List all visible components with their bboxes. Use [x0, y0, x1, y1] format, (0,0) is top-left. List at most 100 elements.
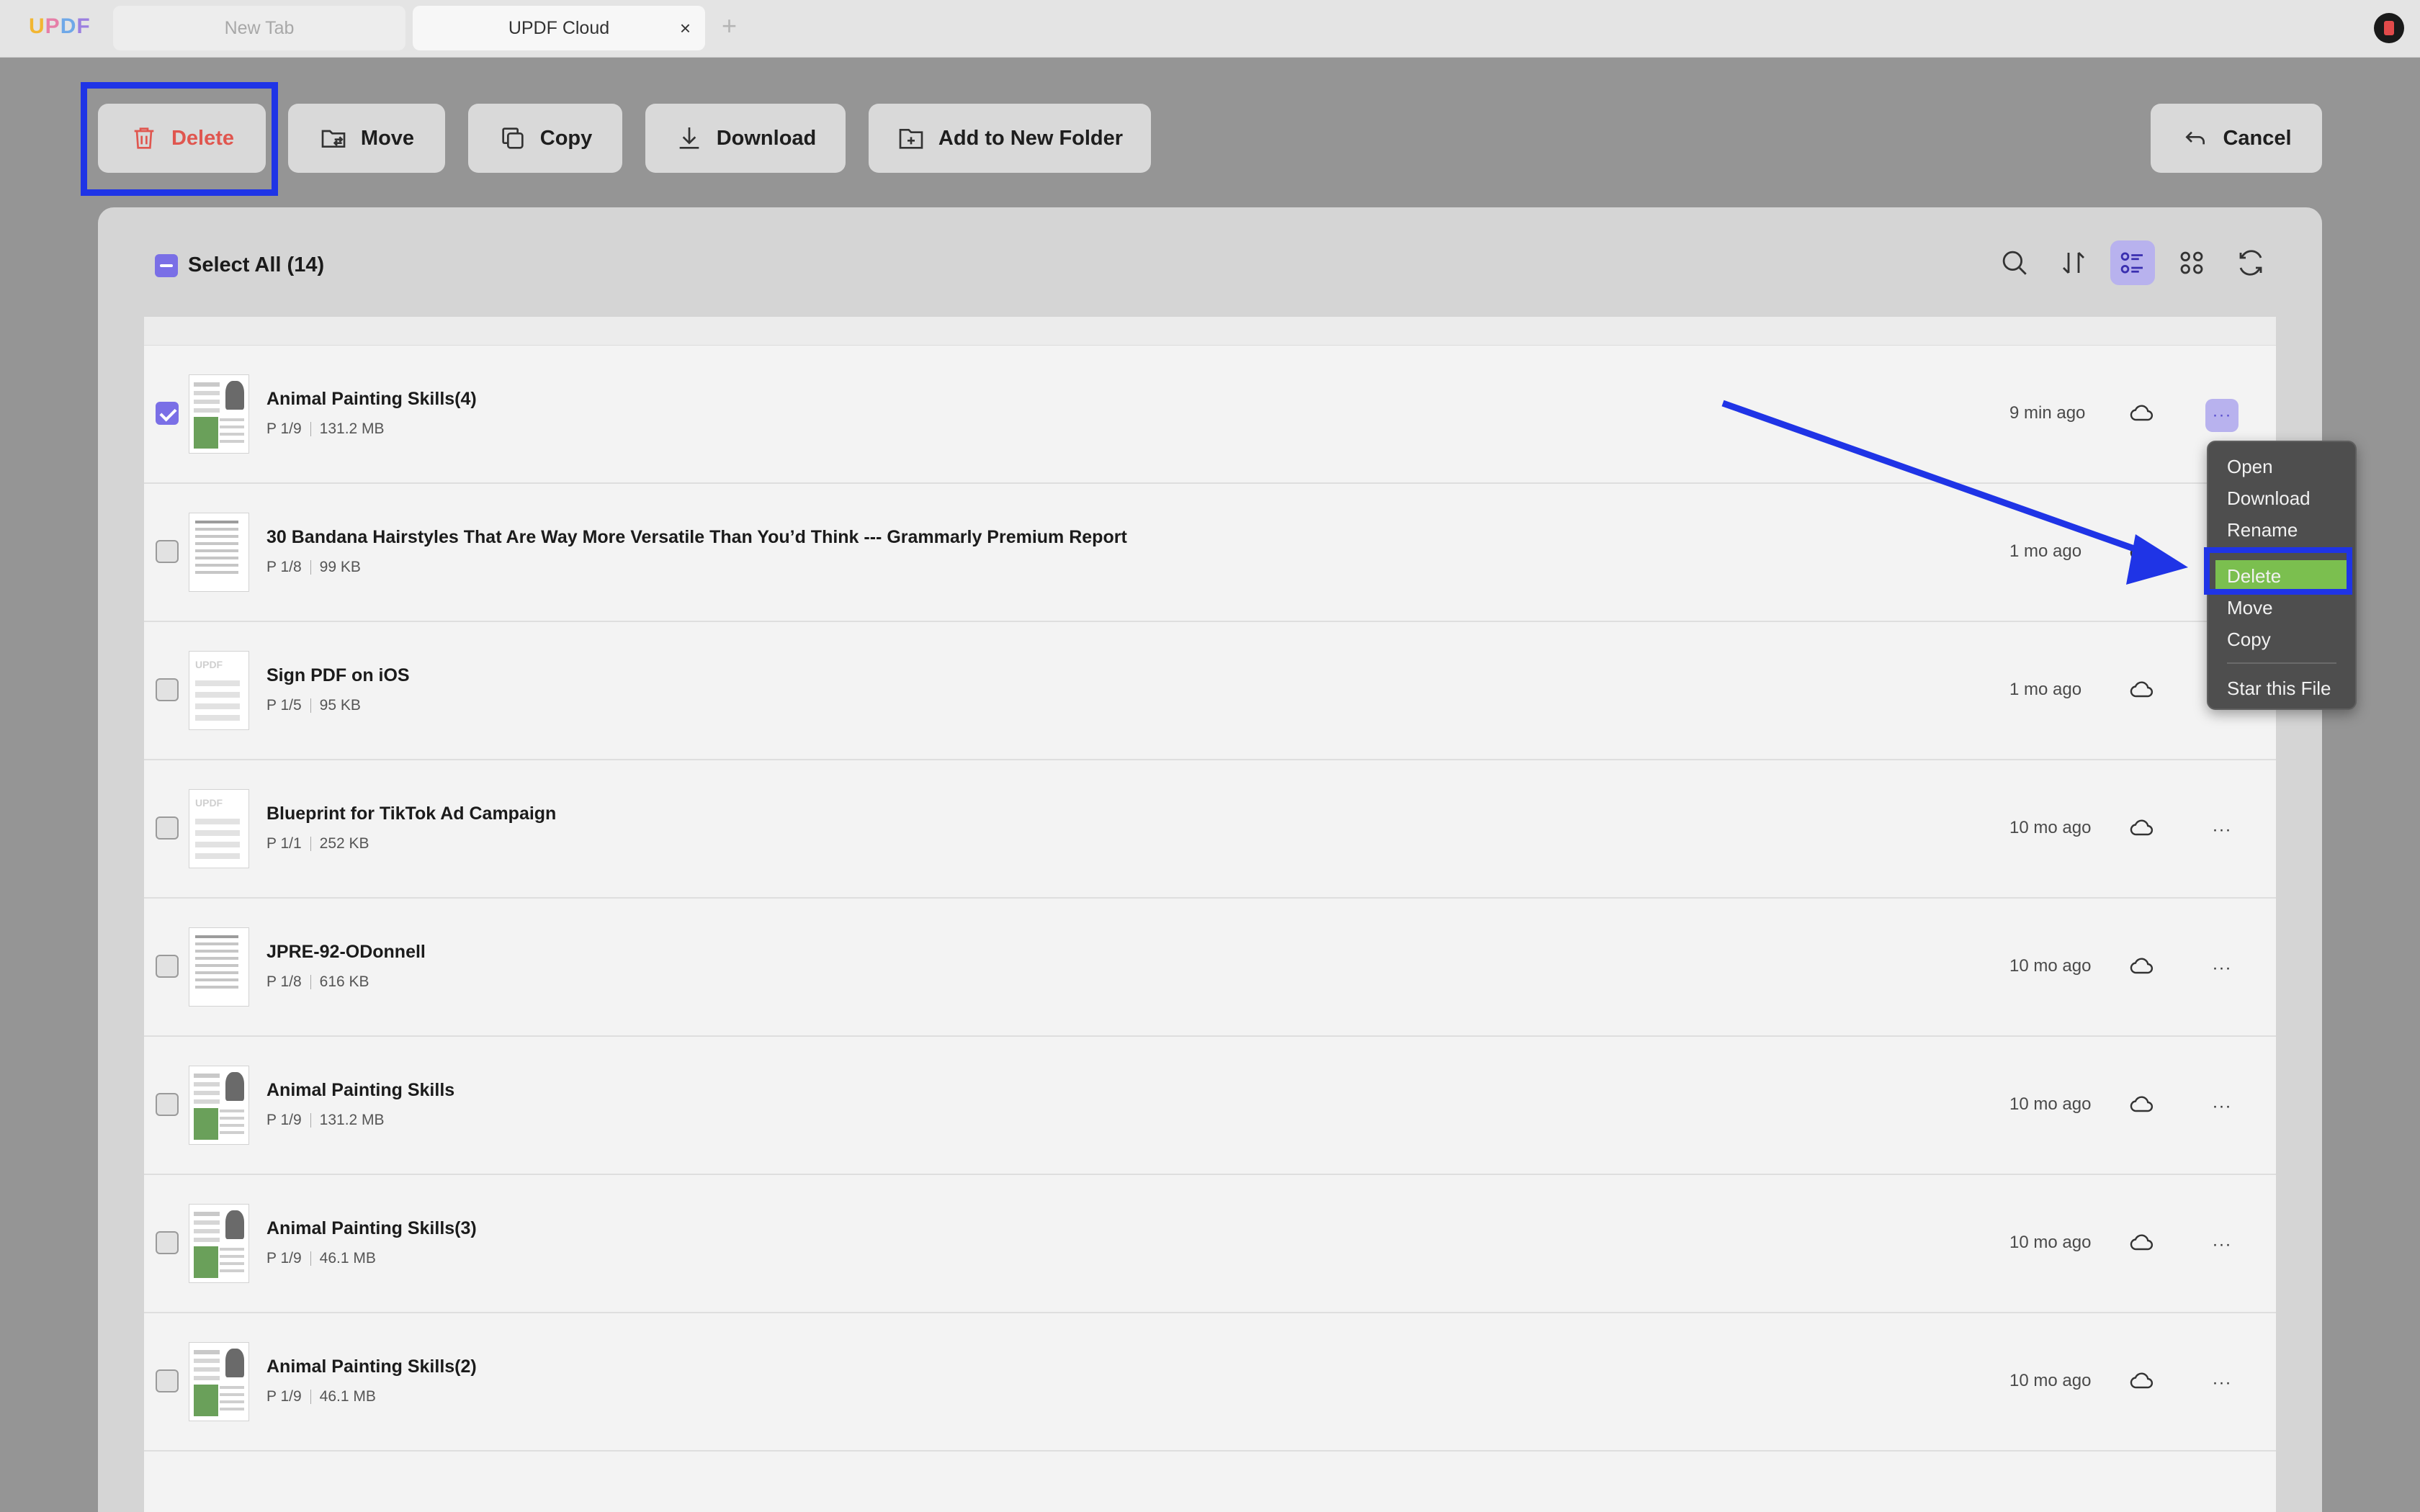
- file-pages: P 1/5: [266, 697, 302, 714]
- row-checkbox[interactable]: [156, 816, 179, 840]
- file-row[interactable]: 30 Bandana Hairstyles That Are Way More …: [144, 484, 2276, 622]
- refresh-button[interactable]: [2228, 240, 2273, 285]
- row-checkbox[interactable]: [156, 1231, 179, 1254]
- file-name[interactable]: Animal Painting Skills(3): [266, 1218, 477, 1239]
- file-meta: P 1/9 131.2 MB: [266, 420, 385, 438]
- row-checkbox[interactable]: [156, 955, 179, 978]
- file-row[interactable]: Animal Painting Skills(2) P 1/9 46.1 MB 10 …: [144, 1313, 2276, 1452]
- row-checkbox[interactable]: [156, 678, 179, 701]
- file-name[interactable]: Animal Painting Skills(2): [266, 1356, 477, 1377]
- menu-item-open[interactable]: Open: [2208, 451, 2355, 482]
- file-panel: Select All (14) Animal Painting Skills(4…: [98, 207, 2322, 1512]
- file-modified-time: 10 mo ago: [2009, 1094, 2092, 1114]
- cancel-label: Cancel: [2223, 126, 2292, 150]
- menu-item-download[interactable]: Download: [2208, 482, 2355, 514]
- list-view-icon: [2120, 252, 2143, 274]
- search-button[interactable]: [1992, 240, 2037, 285]
- more-options-button[interactable]: ···: [2205, 1367, 2238, 1400]
- file-meta: P 1/8 99 KB: [266, 559, 361, 576]
- row-checkbox[interactable]: [156, 1369, 179, 1392]
- menu-separator: [2227, 662, 2336, 664]
- file-pages: P 1/9: [266, 1388, 302, 1405]
- file-pages: P 1/8: [266, 973, 302, 990]
- tab-updf-cloud[interactable]: UPDF Cloud ×: [413, 6, 705, 50]
- tab-label: New Tab: [224, 17, 295, 38]
- file-name[interactable]: Sign PDF on iOS: [266, 665, 410, 686]
- meta-divider: [310, 975, 311, 989]
- cloud-icon: [2129, 815, 2155, 841]
- file-name[interactable]: 30 Bandana Hairstyles That Are Way More …: [266, 527, 1127, 548]
- file-name[interactable]: JPRE-92-ODonnell: [266, 942, 426, 963]
- file-modified-time: 10 mo ago: [2009, 1371, 2092, 1390]
- list-view-button[interactable]: [2110, 240, 2155, 285]
- more-options-button[interactable]: ···: [2205, 814, 2238, 847]
- file-name[interactable]: Animal Painting Skills(4): [266, 389, 477, 410]
- file-thumbnail[interactable]: [189, 374, 249, 454]
- file-row[interactable]: UPDFSign PDF on iOSP 1/595 KB1 mo ago···: [144, 622, 2276, 760]
- file-thumbnail[interactable]: [189, 927, 249, 1007]
- add-to-new-folder-button[interactable]: Add to New Folder: [869, 104, 1151, 173]
- file-size: 46.1 MB: [319, 1250, 376, 1266]
- more-options-button[interactable]: ···: [2205, 399, 2238, 432]
- list-header-strip: [144, 317, 2276, 346]
- file-pages: P 1/8: [266, 559, 302, 575]
- select-all[interactable]: Select All (14): [155, 253, 324, 277]
- menu-item-copy[interactable]: Copy: [2208, 624, 2355, 655]
- file-thumbnail[interactable]: [189, 1204, 249, 1283]
- file-thumbnail[interactable]: [189, 513, 249, 592]
- sort-icon: [2063, 252, 2084, 274]
- file-row[interactable]: Animal Painting Skills(4) P 1/9 131.2 MB 9 …: [144, 346, 2276, 484]
- cancel-button[interactable]: Cancel: [2151, 104, 2322, 173]
- grid-view-button[interactable]: [2169, 240, 2214, 285]
- file-modified-time: 1 mo ago: [2009, 680, 2082, 699]
- row-checkbox[interactable]: [156, 1093, 179, 1116]
- more-options-button[interactable]: ···: [2205, 1228, 2238, 1261]
- search-icon: [2002, 251, 2027, 275]
- folder-plus-icon: [899, 129, 923, 149]
- meta-divider: [310, 422, 311, 436]
- view-tools: [1992, 240, 2273, 285]
- file-name[interactable]: Blueprint for TikTok Ad Campaign: [266, 804, 556, 824]
- file-row[interactable]: UPDF Blueprint for TikTok Ad Campaign P 1/…: [144, 760, 2276, 899]
- file-size: 616 KB: [319, 973, 369, 990]
- file-modified-time: 10 mo ago: [2009, 1233, 2092, 1252]
- sort-button[interactable]: [2051, 240, 2096, 285]
- meta-divider: [310, 698, 311, 713]
- file-pages: P 1/9: [266, 420, 302, 437]
- select-all-checkbox[interactable]: [155, 253, 178, 277]
- file-row[interactable]: Animal Painting Skills(3) P 1/9 46.1 MB 10 …: [144, 1175, 2276, 1313]
- meta-divider: [310, 1113, 311, 1128]
- file-thumbnail[interactable]: [189, 1066, 249, 1145]
- file-meta: P 1/9 131.2 MB: [266, 1112, 385, 1129]
- copy-button[interactable]: Copy: [468, 104, 622, 173]
- menu-item-rename[interactable]: Rename: [2208, 514, 2355, 546]
- cloud-icon: [2129, 1368, 2155, 1394]
- pdf-icon: [2384, 21, 2394, 35]
- file-size: 131.2 MB: [319, 1112, 385, 1128]
- cloud-icon: [2129, 1230, 2155, 1256]
- file-row[interactable]: Animal Painting Skills P 1/9 131.2 MB 10 mo…: [144, 1037, 2276, 1175]
- cloud-icon: [2129, 1092, 2155, 1117]
- row-checkbox[interactable]: [156, 402, 179, 425]
- avatar[interactable]: [2374, 13, 2404, 43]
- cloud-icon: [2129, 953, 2155, 979]
- file-size: 99 KB: [319, 559, 361, 575]
- more-options-button[interactable]: ···: [2205, 1090, 2238, 1123]
- menu-item-move[interactable]: Move: [2208, 592, 2355, 624]
- more-options-button[interactable]: ···: [2205, 952, 2238, 985]
- refresh-icon: [2239, 250, 2262, 276]
- file-size: 252 KB: [319, 835, 369, 852]
- menu-item-star[interactable]: Star this File: [2208, 672, 2355, 704]
- thumb-watermark: UPDF: [195, 659, 223, 670]
- download-button[interactable]: Download: [645, 104, 846, 173]
- add-tab-icon[interactable]: +: [722, 12, 737, 40]
- file-thumbnail[interactable]: UPDF: [189, 651, 249, 730]
- move-button[interactable]: Move: [288, 104, 445, 173]
- close-icon[interactable]: ×: [680, 17, 691, 40]
- file-name[interactable]: Animal Painting Skills: [266, 1080, 454, 1101]
- tab-new-tab[interactable]: New Tab: [113, 6, 405, 50]
- row-checkbox[interactable]: [156, 540, 179, 563]
- file-thumbnail[interactable]: [189, 1342, 249, 1421]
- file-thumbnail[interactable]: UPDF: [189, 789, 249, 868]
- file-row[interactable]: JPRE-92-ODonnell P 1/8 616 KB 10 mo ago ···: [144, 899, 2276, 1037]
